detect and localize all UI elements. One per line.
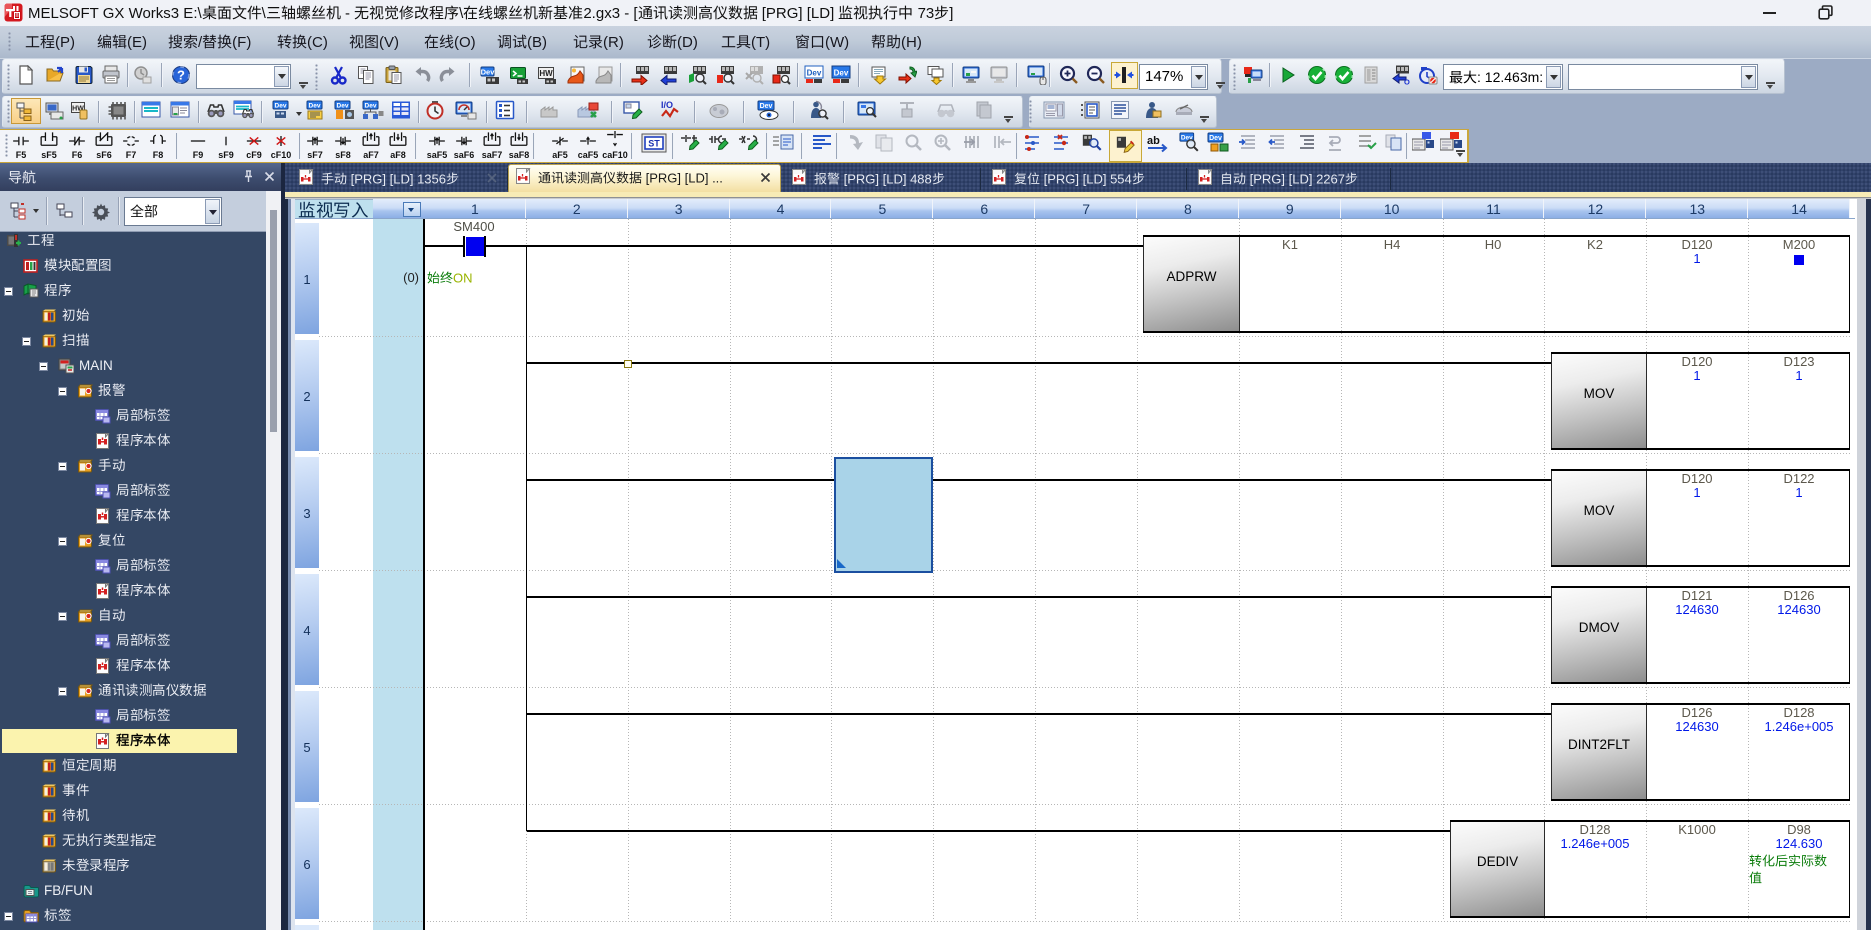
svg-text:Dev: Dev: [275, 103, 287, 110]
svg-text:Dev: Dev: [365, 103, 377, 110]
svg-text:?: ?: [177, 68, 185, 83]
svg-text:Dev: Dev: [760, 103, 773, 110]
svg-text:ST: ST: [648, 139, 660, 149]
svg-text:Dev: Dev: [807, 69, 822, 78]
svg-text:Dev: Dev: [337, 103, 349, 110]
svg-text:Dev: Dev: [481, 68, 496, 77]
svg-text:Dev: Dev: [834, 69, 849, 78]
svg-text:Dev: Dev: [1209, 135, 1222, 142]
svg-text:Dev: Dev: [309, 103, 321, 110]
svg-text:I/O: I/O: [661, 100, 673, 110]
svg-text:ab: ab: [1147, 135, 1160, 147]
svg-text:OK: OK: [1404, 78, 1410, 86]
svg-text:HW: HW: [539, 69, 553, 78]
